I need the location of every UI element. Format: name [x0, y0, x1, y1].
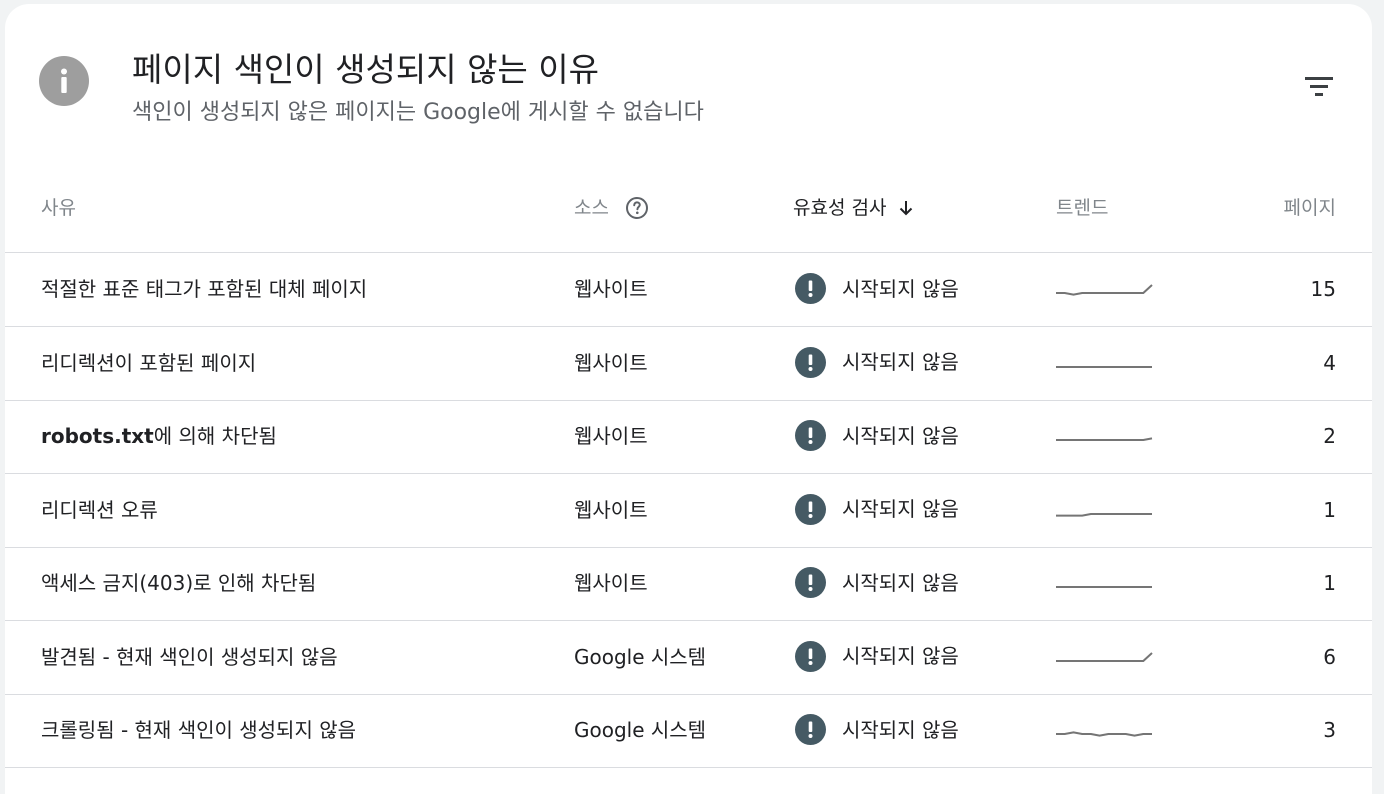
- reason-cell: robots.txt에 의해 차단됨: [41, 424, 277, 448]
- column-header-reason[interactable]: 사유: [41, 196, 76, 220]
- page-count: 1: [1323, 571, 1336, 595]
- reason-text: 리디렉션 오류: [41, 497, 158, 522]
- validation-cell: 시작되지 않음: [795, 493, 959, 525]
- trend-sparkline: [1055, 562, 1153, 603]
- table-row[interactable]: 리디렉션 오류 웹사이트 시작되지 않음 1: [5, 474, 1372, 548]
- table-row[interactable]: robots.txt에 의해 차단됨 웹사이트 시작되지 않음 2: [5, 400, 1372, 474]
- validation-status: 시작되지 않음: [842, 717, 959, 742]
- warning-icon: [795, 714, 826, 745]
- validation-status: 시작되지 않음: [842, 276, 959, 301]
- column-header-source-label: 소스: [574, 197, 609, 219]
- reason-cell: 액세스 금지(403)로 인해 차단됨: [41, 571, 316, 595]
- warning-icon: [795, 567, 826, 598]
- warning-icon: [795, 493, 826, 525]
- source-cell: Google 시스템: [574, 718, 707, 742]
- validation-status: 시작되지 않음: [842, 423, 959, 448]
- table-row[interactable]: 액세스 금지(403)로 인해 차단됨 웹사이트 시작되지 않음 1: [5, 547, 1372, 621]
- warning-icon: [795, 420, 826, 451]
- trend-sparkline: [1055, 709, 1153, 750]
- source-cell: 웹사이트: [574, 571, 648, 595]
- validation-status: 시작되지 않음: [842, 644, 959, 668]
- table-row[interactable]: 발견됨 - 현재 색인이 생성되지 않음 Google 시스템 시작되지 않음 6: [5, 621, 1372, 695]
- validation-cell: 시작되지 않음: [795, 346, 959, 378]
- reason-text: 액세스 금지(403)로 인해 차단됨: [41, 571, 317, 595]
- validation-cell: 시작되지 않음: [795, 640, 959, 672]
- source-cell: 웹사이트: [574, 497, 648, 522]
- page-count: 4: [1323, 350, 1336, 375]
- reason-cell: 크롤링됨 - 현재 색인이 생성되지 않음: [41, 718, 356, 742]
- reason-cell: 발견됨 - 현재 색인이 생성되지 않음: [41, 645, 338, 669]
- column-header-trend: 트렌드: [1056, 197, 1109, 219]
- reason-text: 리디렉션이 포함된 페이지: [41, 350, 257, 375]
- validation-cell: 시작되지 않음: [795, 567, 959, 598]
- table-row[interactable]: 리디렉션이 포함된 페이지 웹사이트 시작되지 않음 4: [5, 327, 1372, 401]
- column-header-source[interactable]: 소스: [574, 196, 649, 220]
- column-header-validation[interactable]: 유효성 검사: [793, 196, 916, 220]
- reason-cell: 리디렉션 오류: [41, 498, 158, 522]
- page-count: 2: [1323, 424, 1336, 448]
- warning-icon: [795, 346, 826, 378]
- card-subtitle: 색인이 생성되지 않은 페이지는 Google에 게시할 수 없습니다: [132, 100, 704, 125]
- source-cell: Google 시스템: [574, 644, 707, 669]
- trend-sparkline: [1055, 489, 1153, 530]
- reason-code: robots.txt: [41, 424, 154, 448]
- trend-sparkline: [1055, 636, 1153, 677]
- column-header-validation-label: 유효성 검사: [793, 197, 887, 219]
- page-count: 1: [1323, 497, 1336, 522]
- page-count: 3: [1323, 718, 1336, 742]
- validation-cell: 시작되지 않음: [795, 714, 959, 745]
- page-count: 6: [1323, 644, 1336, 669]
- trend-sparkline: [1055, 342, 1153, 383]
- card-title: 페이지 색인이 생성되지 않는 이유: [132, 50, 599, 89]
- validation-cell: 시작되지 않음: [795, 273, 959, 304]
- page-count: 15: [1310, 277, 1336, 301]
- source-cell: 웹사이트: [574, 350, 648, 375]
- validation-status: 시작되지 않음: [842, 570, 959, 595]
- trend-sparkline: [1055, 268, 1153, 309]
- validation-status: 시작되지 않음: [842, 497, 959, 521]
- reason-cell: 리디렉션이 포함된 페이지: [41, 351, 256, 375]
- reason-text: 에 의해 차단됨: [153, 424, 277, 448]
- table-header: 사유 소스 유효성 검사 트렌드 페이지: [5, 174, 1372, 253]
- column-header-pages[interactable]: 페이지: [1284, 196, 1336, 220]
- not-indexed-reasons-card: 페이지 색인이 생성되지 않는 이유 색인이 생성되지 않은 페이지는 Goog…: [5, 4, 1372, 794]
- reason-text: 적절한 표준 태그가 포함된 대체 페이지: [41, 277, 368, 301]
- validation-status: 시작되지 않음: [842, 350, 959, 374]
- info-icon: [39, 56, 89, 106]
- trend-sparkline: [1055, 415, 1153, 456]
- warning-icon: [795, 640, 826, 672]
- help-icon[interactable]: [625, 196, 649, 220]
- reason-text: 발견됨 - 현재 색인이 생성되지 않음: [41, 644, 338, 669]
- filter-button[interactable]: [1299, 70, 1339, 106]
- source-cell: 웹사이트: [574, 277, 648, 301]
- table-row[interactable]: 적절한 표준 태그가 포함된 대체 페이지 웹사이트 시작되지 않음 15: [5, 253, 1372, 327]
- reason-cell: 적절한 표준 태그가 포함된 대체 페이지: [41, 277, 367, 301]
- validation-cell: 시작되지 않음: [795, 420, 959, 451]
- source-cell: 웹사이트: [574, 424, 648, 448]
- table-row[interactable]: 크롤링됨 - 현재 색인이 생성되지 않음 Google 시스템 시작되지 않음 3: [5, 694, 1372, 768]
- reason-text: 크롤링됨 - 현재 색인이 생성되지 않음: [41, 718, 357, 742]
- filter-icon: [1305, 77, 1333, 96]
- warning-icon: [795, 273, 826, 304]
- sort-arrow-down-icon: [900, 201, 913, 216]
